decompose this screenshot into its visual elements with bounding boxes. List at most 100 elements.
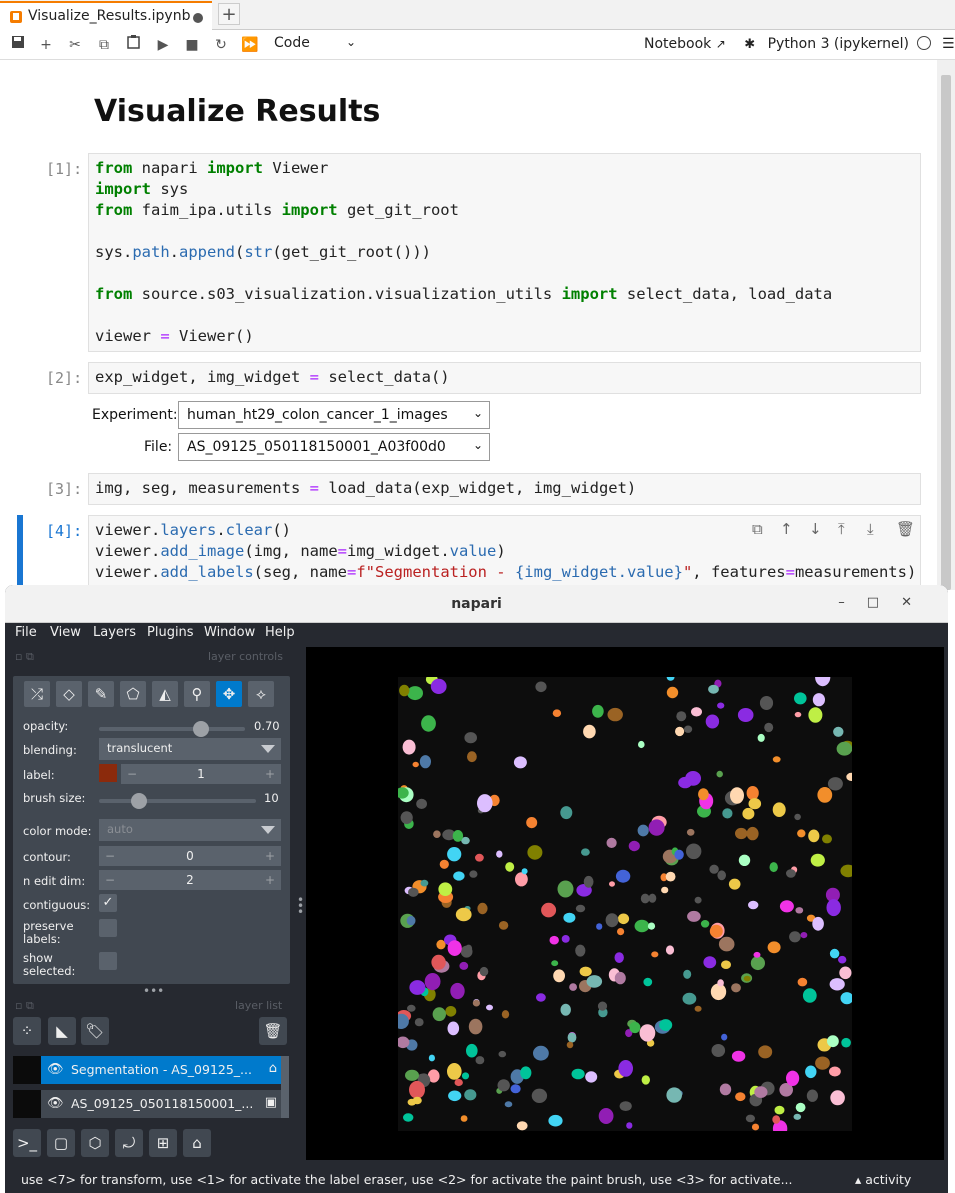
ndisplay-toggle-icon[interactable]: ▢ [47, 1129, 75, 1157]
layer-name[interactable]: Segmentation - AS_09125_... [71, 1062, 252, 1077]
minimize-icon[interactable]: – [838, 595, 867, 610]
window-title: napari [5, 585, 948, 623]
delete-cell-icon[interactable]: 🗑 [896, 520, 915, 538]
paint-brush-icon[interactable]: ✎ [88, 681, 114, 707]
contour-spinbox[interactable]: − 0 + [99, 846, 281, 866]
chevron-down-icon: ⌄ [472, 438, 483, 452]
cell-type-select[interactable]: Code ⌄ [274, 35, 364, 51]
console-icon[interactable]: >_ [13, 1129, 41, 1157]
notebook-scrollbar[interactable] [937, 60, 955, 590]
home-icon[interactable]: ⌂ [183, 1129, 211, 1157]
preserve-labels-checkbox[interactable] [99, 919, 117, 937]
insert-below-icon[interactable]: ⤓ [867, 520, 874, 538]
code-cell-2[interactable]: exp_widget, img_widget = select_data() [88, 362, 921, 394]
labels-icon: ⌂ [268, 1061, 277, 1076]
image-view[interactable] [393, 668, 857, 1137]
menu-help[interactable]: Help [265, 625, 295, 640]
color-mode-select[interactable]: auto [99, 819, 281, 841]
roll-dimensions-icon[interactable]: ⬡ [81, 1129, 109, 1157]
layer-row-segmentation[interactable]: 👁 Segmentation - AS_09125_... ⌂ [13, 1056, 283, 1084]
layer-thumbnail [13, 1090, 41, 1118]
dock-float-icon[interactable]: ▫ ⧉ [15, 999, 34, 1013]
move-up-icon[interactable]: ↑ [780, 520, 793, 538]
shuffle-colors-icon[interactable]: ⤮ [24, 681, 50, 707]
fill-bucket-icon[interactable]: ◭ [152, 681, 178, 707]
blending-select[interactable]: translucent [99, 738, 281, 760]
code-cell-3[interactable]: img, seg, measurements = load_data(exp_w… [88, 473, 921, 505]
cut-icon[interactable]: ✂ [65, 35, 85, 55]
decrement-icon[interactable]: − [105, 846, 115, 866]
kernel-name[interactable]: Python 3 (ipykernel) [768, 36, 909, 52]
fast-forward-icon[interactable]: ⏩ [240, 35, 260, 55]
notebook-tab[interactable]: Visualize_Results.ipynb [0, 1, 212, 30]
layer-name[interactable]: AS_09125_050118150001_... [71, 1096, 253, 1111]
vertical-splitter-icon[interactable]: • • • [297, 894, 304, 918]
grid-view-icon[interactable]: ⊞ [149, 1129, 177, 1157]
copy-icon[interactable]: ⧉ [94, 35, 114, 55]
menu-window[interactable]: Window [204, 625, 255, 640]
increment-icon[interactable]: + [265, 870, 275, 890]
opacity-slider-handle[interactable] [193, 721, 210, 737]
visibility-eye-icon[interactable]: 👁 [47, 1062, 64, 1077]
pan-zoom-icon[interactable]: ✥ [216, 681, 242, 707]
n-edit-dim-value: 2 [186, 873, 194, 887]
splitter-handle-icon[interactable]: ••• [143, 984, 164, 998]
stop-icon[interactable]: ■ [182, 35, 202, 55]
duplicate-cell-icon[interactable]: ⧉ [752, 520, 763, 538]
color-picker-icon[interactable]: ⚲ [184, 681, 210, 707]
transpose-icon[interactable]: ⤾ [115, 1129, 143, 1157]
delete-layer-icon[interactable]: 🗑 [259, 1017, 287, 1045]
contiguous-checkbox[interactable]: ✓ [99, 894, 117, 912]
brush-size-slider[interactable] [99, 793, 256, 809]
run-icon[interactable]: ▶ [153, 35, 173, 55]
add-cell-icon[interactable]: + [36, 35, 56, 55]
activity-toggle[interactable]: ▴ activity [855, 1172, 911, 1187]
opacity-slider[interactable] [99, 721, 245, 737]
move-down-icon[interactable]: ↓ [809, 520, 822, 538]
external-link-icon[interactable]: ↗ [716, 37, 726, 51]
file-select[interactable]: AS_09125_050118150001_A03f00d0 ⌄ [178, 433, 490, 461]
visibility-eye-icon[interactable]: 👁 [47, 1096, 64, 1111]
layer-row-image[interactable]: 👁 AS_09125_050118150001_... ▣ [13, 1090, 283, 1118]
kernel-area: Notebook ↗ ✱ Python 3 (ipykernel) ☰ [644, 36, 955, 52]
menu-file[interactable]: File [15, 625, 37, 640]
increment-icon[interactable]: + [265, 764, 275, 784]
menu-icon[interactable]: ☰ [942, 36, 955, 52]
new-shapes-layer-icon[interactable]: ◣ [48, 1017, 76, 1045]
eraser-icon[interactable]: ◇ [56, 681, 82, 707]
show-selected-checkbox[interactable] [99, 952, 117, 970]
code-cell-1[interactable]: from napari import Viewer import sys fro… [88, 153, 921, 352]
maximize-icon[interactable]: □ [867, 595, 901, 610]
notebook-link[interactable]: Notebook [644, 36, 711, 52]
menu-layers[interactable]: Layers [93, 625, 136, 640]
image-icon: ▣ [264, 1095, 277, 1110]
label-spinbox[interactable]: − 1 + [121, 764, 281, 784]
label-color-swatch[interactable] [99, 764, 117, 782]
layer-list-scrollbar[interactable] [281, 1056, 289, 1118]
decrement-icon[interactable]: − [127, 764, 137, 784]
increment-icon[interactable]: + [265, 846, 275, 866]
bug-icon[interactable]: ✱ [744, 37, 755, 52]
insert-above-icon[interactable]: ⤒ [838, 520, 845, 538]
layer-controls-title: layer controls [208, 650, 283, 663]
menu-view[interactable]: View [50, 625, 81, 640]
new-points-layer-icon[interactable]: ⁘ [13, 1017, 41, 1045]
experiment-select[interactable]: human_ht29_colon_cancer_1_images ⌄ [178, 401, 490, 429]
dock-float-icon[interactable]: ▫ ⧉ [15, 650, 34, 664]
new-tab-button[interactable]: + [218, 3, 240, 25]
code-cell-4[interactable]: viewer.layers.clear() viewer.add_image(i… [88, 515, 921, 595]
transform-icon[interactable]: ⟡ [248, 681, 274, 707]
status-text: use <7> for transform, use <1> for activ… [21, 1172, 793, 1187]
restart-icon[interactable]: ↻ [211, 35, 231, 55]
brush-size-handle[interactable] [131, 793, 147, 809]
decrement-icon[interactable]: − [105, 870, 115, 890]
new-labels-layer-icon[interactable]: 🏷 [81, 1017, 109, 1045]
unsaved-dot-icon[interactable] [193, 13, 203, 23]
polygon-icon[interactable]: ⬠ [120, 681, 146, 707]
close-icon[interactable]: ✕ [901, 595, 934, 610]
paste-icon[interactable] [123, 35, 143, 55]
save-icon[interactable] [8, 35, 28, 55]
brush-size-value: 10 [264, 791, 279, 805]
menu-plugins[interactable]: Plugins [147, 625, 194, 640]
n-edit-dim-spinbox[interactable]: − 2 + [99, 870, 281, 890]
